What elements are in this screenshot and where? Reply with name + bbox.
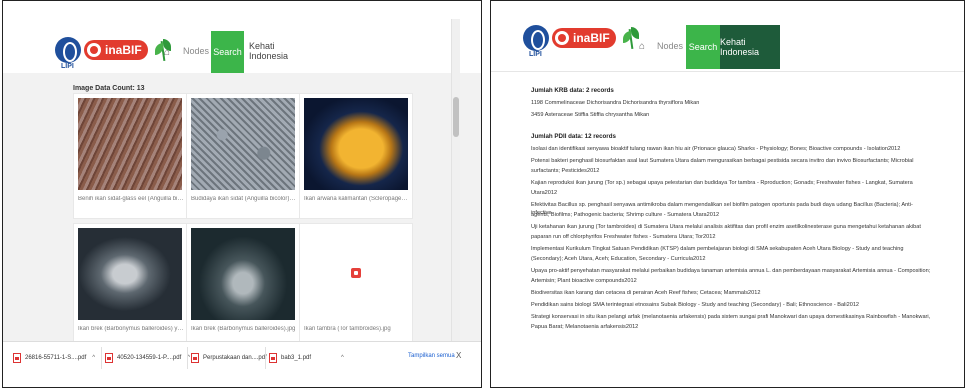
nav-kehati-indonesia[interactable]: Kehati Indonesia bbox=[249, 37, 309, 65]
pdii-record: Biodiversitas ikan karang dan cetacea di… bbox=[531, 290, 761, 296]
inabif-logo: inaBIF bbox=[552, 28, 616, 48]
lipi-logo-icon bbox=[523, 25, 549, 51]
chevron-up-icon[interactable]: ^ bbox=[92, 355, 95, 361]
right-browser-window: inaBIF LIPI ⌂ Nodes Search Kehati Indone… bbox=[490, 0, 965, 388]
image-count-label: Image Data Count: 13 bbox=[73, 85, 145, 92]
krb-heading: Jumlah KRB data: 2 records bbox=[531, 87, 614, 94]
divider bbox=[265, 347, 266, 369]
lipi-logo-text: LIPI bbox=[61, 63, 74, 70]
download-item[interactable]: 40520-134559-1-P....pdf ^ bbox=[105, 351, 190, 365]
krb-record: 3459 Asteraceae Stiffia Stiffia chrysant… bbox=[531, 112, 650, 118]
inabif-dot-icon bbox=[555, 31, 569, 45]
image-caption: Ikan brek (Barbonymus balleroides) yang … bbox=[78, 326, 184, 332]
image-caption: Budidaya ikan sidat (Anguilla bicolor) d… bbox=[191, 196, 297, 202]
pdii-record: Artemisin; Plant bioactive compounds2012 bbox=[531, 278, 637, 284]
image-card[interactable]: Ikan tambra (Tor tambroides).jpg bbox=[299, 223, 413, 349]
left-browser-window: inaBIF LIPI ⌂ Nodes Search Kehati Indone… bbox=[2, 0, 482, 388]
download-filename: bab3_1.pdf bbox=[281, 355, 312, 361]
nav-search[interactable]: Search bbox=[211, 31, 244, 73]
image-thumbnail[interactable] bbox=[78, 228, 182, 320]
pdii-record: Implementasi Kurikulum Tingkat Satuan Pe… bbox=[531, 246, 904, 252]
image-thumbnail[interactable] bbox=[304, 228, 408, 320]
pdf-icon bbox=[269, 353, 277, 363]
lipi-logo-icon bbox=[55, 37, 81, 63]
image-card[interactable]: Budidaya ikan sidat (Anguilla bicolor) d… bbox=[186, 93, 300, 219]
download-item[interactable]: Perpustakaan dan....pdf ^ bbox=[191, 351, 276, 365]
inabif-logo: inaBIF bbox=[84, 40, 148, 60]
image-thumbnail[interactable] bbox=[191, 98, 295, 190]
image-thumbnail[interactable] bbox=[304, 98, 408, 190]
divider bbox=[101, 347, 102, 369]
site-logo[interactable]: inaBIF bbox=[55, 37, 172, 63]
pdf-icon bbox=[13, 353, 21, 363]
image-thumbnail[interactable] bbox=[78, 98, 182, 190]
download-filename: 40520-134559-1-P....pdf bbox=[117, 355, 182, 361]
image-card[interactable]: Benih ikan sidat-glass eel (Anguilla bic… bbox=[73, 93, 187, 219]
inabif-dot-icon bbox=[87, 43, 101, 57]
pdf-icon bbox=[191, 353, 199, 363]
pdii-heading: Jumlah PDII data: 12 records bbox=[531, 133, 616, 140]
pdii-record: Pendidikan sains biologi SMA terintegras… bbox=[531, 302, 860, 308]
download-item[interactable]: 26816-55711-1-S....pdf ^ bbox=[13, 351, 95, 365]
divider bbox=[491, 71, 964, 72]
pdii-record: Isolasi dan identifikasi senyawa bioakti… bbox=[531, 146, 901, 152]
pdf-icon bbox=[105, 353, 113, 363]
pdii-record: (Secondary); Aceh Utara, Aceh; Education… bbox=[531, 256, 706, 262]
pdii-record: Papua Barat; Melanotaenia arfakensis2012 bbox=[531, 324, 639, 330]
pdii-record: agents; Biofilms; Pathogenic bacteria; S… bbox=[531, 212, 720, 218]
image-caption: Ikan tambra (Tor tambroides).jpg bbox=[304, 326, 391, 332]
image-card[interactable]: Ikan brek (Barbonymus balleroides) yang … bbox=[73, 223, 187, 349]
nav-search[interactable]: Search bbox=[686, 25, 720, 69]
pdii-record: Potensi bakteri penghasil biosurfaktan a… bbox=[531, 158, 914, 164]
scrollbar-thumb[interactable] bbox=[453, 97, 459, 137]
image-caption: Benih ikan sidat-glass eel (Anguilla bic… bbox=[78, 196, 184, 202]
image-caption: Ikan brek (Barbonymus balleroides).jpg bbox=[191, 326, 296, 332]
download-filename: Perpustakaan dan....pdf bbox=[203, 355, 267, 361]
download-filename: 26816-55711-1-S....pdf bbox=[25, 355, 87, 361]
site-logo[interactable]: inaBIF bbox=[523, 25, 640, 51]
pdii-record: surfactants; Pesticides2012 bbox=[531, 168, 600, 174]
download-item[interactable]: bab3_1.pdf ^ bbox=[269, 351, 344, 365]
nav-nodes[interactable]: Nodes bbox=[657, 31, 683, 61]
chevron-up-icon[interactable]: ^ bbox=[341, 355, 344, 361]
nav-nodes[interactable]: Nodes bbox=[183, 37, 209, 65]
lipi-logo-text: LIPI bbox=[529, 51, 542, 58]
krb-record: 1198 Commelinaceae Dichorisandra Dichori… bbox=[531, 100, 700, 106]
pdii-record: Strategi konservasi in situ ikan pelangi… bbox=[531, 314, 931, 320]
page-scrollbar[interactable] bbox=[451, 19, 460, 341]
show-all-downloads-link[interactable]: Tampilkan semua bbox=[408, 353, 455, 359]
nav-kehati-indonesia[interactable]: Kehati Indonesia bbox=[720, 25, 780, 69]
pdii-record: Kajian reproduksi ikan jurung (Tor sp.) … bbox=[531, 180, 913, 186]
image-thumbnail[interactable] bbox=[191, 228, 295, 320]
image-card[interactable]: Ikan brek (Barbonymus balleroides).jpg bbox=[186, 223, 300, 349]
pdii-record: Utara2012 bbox=[531, 190, 558, 196]
pdii-record: Upaya pro-aktif penyehatan masyarakat me… bbox=[531, 268, 931, 274]
home-icon[interactable]: ⌂ bbox=[160, 45, 174, 59]
pdii-record: paparan run off chlorphyrifos Freshwater… bbox=[531, 234, 716, 240]
pdii-record: Uji ketahanan ikan jurung (Tor tambroide… bbox=[531, 224, 921, 230]
close-download-bar-button[interactable]: X bbox=[456, 351, 461, 360]
image-card[interactable]: Ikan arwana kalimantan (Scleropages form… bbox=[299, 93, 413, 219]
divider bbox=[187, 347, 188, 369]
broken-image-icon bbox=[351, 268, 361, 278]
home-icon[interactable]: ⌂ bbox=[635, 39, 649, 53]
image-caption: Ikan arwana kalimantan (Scleropages form… bbox=[304, 196, 410, 202]
